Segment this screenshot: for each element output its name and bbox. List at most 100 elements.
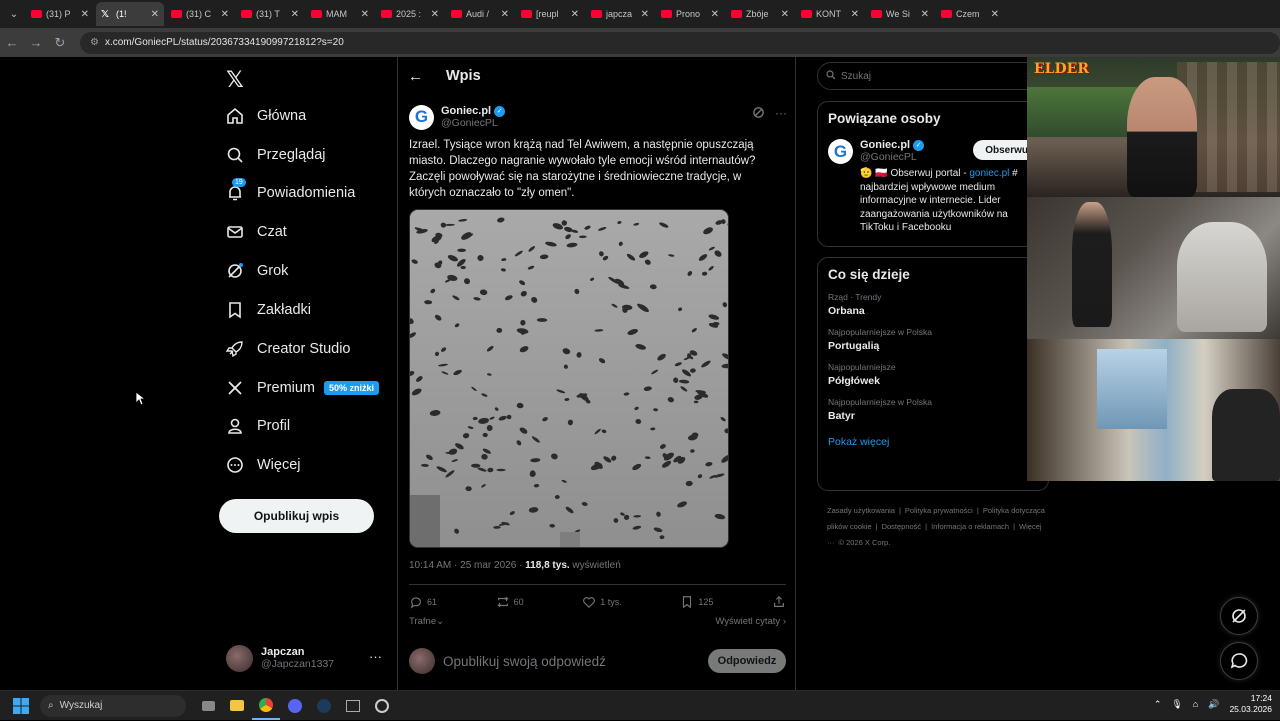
more-icon[interactable]: ··· — [369, 649, 382, 664]
trend-item[interactable]: Najpopularniejsze w Polska Batyr — [828, 397, 1048, 422]
chrome-icon[interactable] — [252, 692, 280, 720]
footer-link[interactable]: Informacja o reklamach — [931, 522, 1009, 531]
trend-item[interactable]: Rząd · Trendy Orbana — [828, 292, 1048, 317]
browser-tab[interactable]: (31) P ✕ — [26, 2, 94, 26]
footer-link[interactable]: © 2026 X Corp. — [839, 538, 891, 547]
footer-link[interactable]: Dostępność — [882, 522, 922, 531]
close-icon[interactable]: ✕ — [361, 9, 369, 20]
site-info-icon[interactable]: ⚙ — [90, 37, 99, 48]
footer-link[interactable]: Zasady użytkowania — [827, 506, 895, 515]
close-icon[interactable]: ✕ — [991, 9, 999, 20]
windows-start-icon[interactable] — [6, 691, 36, 721]
trend-item[interactable]: Najpopularniejsze w Polska Portugalią — [828, 327, 1048, 352]
sidebar-item-grok[interactable]: Grok — [226, 256, 288, 286]
tweet-timestamp[interactable]: 10:14 AM · 25 mar 2026 · — [409, 560, 525, 571]
related-person[interactable]: G Goniec.pl ✓ @GoniecPL Obserwuj — [828, 139, 1048, 164]
system-tray: ⌃ 🎙 ⌂ 🔊 17:24 25.03.2026 — [1154, 693, 1272, 715]
xbox-icon[interactable] — [339, 692, 367, 720]
steam-icon[interactable] — [310, 692, 338, 720]
chevron-up-icon[interactable]: ⌃ — [1154, 699, 1162, 710]
tab-search-button[interactable]: ⌄ — [4, 4, 24, 24]
close-icon[interactable]: ✕ — [851, 9, 859, 20]
youtube-icon — [941, 10, 952, 18]
task-view-icon[interactable] — [194, 692, 222, 720]
sidebar-item-home[interactable]: Główna — [226, 101, 306, 131]
browser-tab[interactable]: KONT ✕ — [796, 2, 864, 26]
browser-tab[interactable]: Zbóje ✕ — [726, 2, 794, 26]
share-button[interactable] — [772, 595, 786, 609]
reply-button[interactable]: 61 — [409, 595, 437, 609]
repost-button[interactable]: 60 — [496, 595, 524, 609]
file-explorer-icon[interactable] — [223, 692, 251, 720]
browser-tab[interactable]: Audi / ✕ — [446, 2, 514, 26]
obs-icon[interactable] — [368, 692, 396, 720]
grok-float-button[interactable] — [1220, 597, 1258, 635]
sidebar-item-rocket[interactable]: Creator Studio — [226, 334, 351, 364]
tweet-video[interactable] — [409, 209, 729, 548]
sidebar-item-x[interactable]: Premium 50% zniżki — [226, 373, 380, 403]
browser-tab[interactable]: Prono ✕ — [656, 2, 724, 26]
browser-tab[interactable]: We Si ✕ — [866, 2, 934, 26]
author-name[interactable]: Goniec.pl ✓ — [441, 105, 506, 117]
show-more-link[interactable]: Pokaż więcej — [828, 436, 1048, 448]
close-icon[interactable]: ✕ — [781, 9, 789, 20]
like-button[interactable]: 1 tys. — [582, 595, 622, 609]
more-options-icon[interactable]: ··· — [775, 106, 787, 122]
sidebar-item-bookmark[interactable]: Zakładki — [226, 295, 311, 325]
reply-icon — [410, 597, 421, 609]
close-icon[interactable]: ✕ — [81, 9, 89, 20]
microphone-icon[interactable]: 🎙 — [1171, 699, 1182, 710]
reply-submit-button[interactable]: Odpowiedz — [708, 649, 786, 673]
browser-tab[interactable]: japcza ✕ — [586, 2, 654, 26]
close-icon[interactable]: ✕ — [151, 9, 159, 20]
x-logo-icon[interactable]: 𝕏 — [226, 67, 244, 93]
volume-icon[interactable]: 🔊 — [1208, 699, 1219, 710]
browser-tab[interactable]: (31) T ✕ — [236, 2, 304, 26]
close-icon[interactable]: ✕ — [921, 9, 929, 20]
sidebar-item-mail[interactable]: Czat — [226, 217, 287, 247]
close-icon[interactable]: ✕ — [711, 9, 719, 20]
browser-tab[interactable]: (31) C ✕ — [166, 2, 234, 26]
browser-tab[interactable]: [reupl ✕ — [516, 2, 584, 26]
search-input[interactable]: Szukaj — [817, 62, 1049, 90]
browser-tab[interactable]: MAM ✕ — [306, 2, 374, 26]
grok-icon[interactable] — [752, 106, 765, 122]
reload-button[interactable]: ↻ — [48, 31, 72, 55]
related-handle: @GoniecPL — [860, 151, 917, 163]
browser-tab[interactable]: Czem ✕ — [936, 2, 1004, 26]
close-icon[interactable]: ✕ — [501, 9, 509, 20]
mouse-cursor-icon — [136, 392, 146, 406]
close-icon[interactable]: ✕ — [571, 9, 579, 20]
close-icon[interactable]: ✕ — [641, 9, 649, 20]
close-icon[interactable]: ✕ — [221, 9, 229, 20]
back-arrow-icon[interactable]: ← — [408, 68, 426, 85]
sort-dropdown[interactable]: Trafne⌄ — [409, 616, 444, 627]
sidebar-item-bell[interactable]: 19 Powiadomienia — [226, 178, 355, 208]
footer-link[interactable]: Polityka prywatności — [905, 506, 973, 515]
forward-button[interactable]: → — [24, 31, 48, 55]
network-icon[interactable]: ⌂ — [1193, 699, 1198, 709]
back-button[interactable]: ← — [0, 31, 24, 55]
bio-link[interactable]: goniec.pl — [969, 168, 1009, 179]
address-bar[interactable]: ⚙ x.com/GoniecPL/status/2036733419099721… — [80, 31, 1280, 54]
account-handle: @Japczan1337 — [261, 658, 335, 670]
view-quotes-link[interactable]: Wyświetl cytaty › — [715, 616, 786, 627]
account-switcher[interactable]: Japczan @Japczan1337 ··· — [226, 643, 386, 673]
clock[interactable]: 17:24 25.03.2026 — [1229, 693, 1272, 715]
messages-float-button[interactable] — [1220, 642, 1258, 680]
author-avatar[interactable]: G — [409, 104, 434, 130]
browser-tab[interactable]: 𝕏 (1! ✕ — [96, 2, 164, 26]
close-icon[interactable]: ✕ — [431, 9, 439, 20]
close-icon[interactable]: ✕ — [291, 9, 299, 20]
discord-icon[interactable] — [281, 692, 309, 720]
post-button[interactable]: Opublikuj wpis — [219, 499, 374, 533]
bookmark-button[interactable]: 125 — [680, 595, 713, 609]
sidebar-item-user[interactable]: Profil — [226, 411, 290, 441]
trend-item[interactable]: Najpopularniejsze Półgłówek — [828, 362, 1048, 387]
sidebar-item-search[interactable]: Przeglądaj — [226, 140, 326, 170]
reply-input[interactable]: Opublikuj swoją odpowiedź — [443, 654, 708, 669]
browser-tab[interactable]: 2025 : ✕ — [376, 2, 444, 26]
sidebar-item-more-circle[interactable]: Więcej — [226, 450, 301, 480]
taskbar-search[interactable]: ⌕ Wyszukaj — [40, 694, 186, 717]
author-handle[interactable]: @GoniecPL — [441, 117, 505, 129]
